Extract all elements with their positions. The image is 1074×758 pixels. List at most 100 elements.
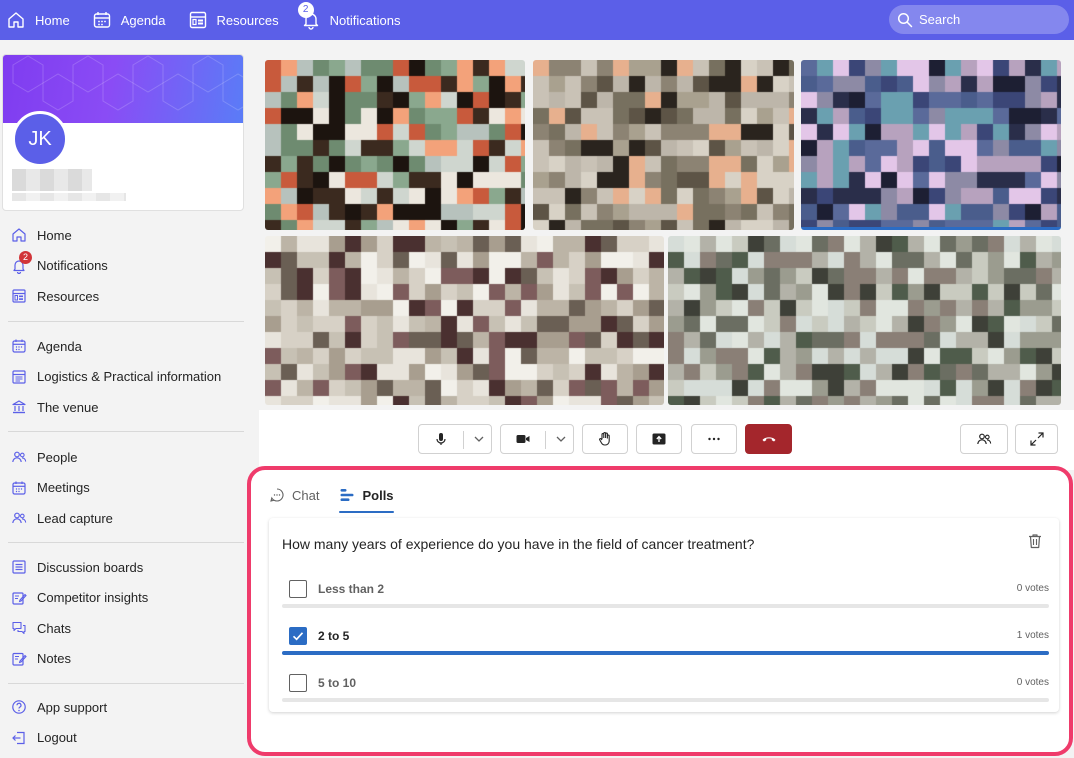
participant-video-feed-pixelated	[265, 236, 664, 405]
end-call-button[interactable]	[745, 424, 792, 454]
sidebar-divider	[8, 542, 244, 543]
tab-polls-label: Polls	[362, 487, 394, 503]
top-nav-bar: Home Agenda Resources 2 Notifications Se…	[0, 0, 1074, 40]
topnav-notifications-label: Notifications	[329, 12, 401, 28]
sidebar-item-home[interactable]: Home	[0, 220, 255, 251]
participant-video-tile[interactable]	[265, 60, 525, 230]
chat-icon	[12, 622, 26, 635]
sidebar-divider	[8, 321, 244, 322]
nav-group-collaboration: Discussion boards Competitor insights Ch…	[0, 552, 255, 674]
nav-group-main: Home 2 Notifications Resources	[0, 220, 255, 312]
sidebar-item-notes[interactable]: Notes	[0, 644, 255, 675]
poll-option-votes: 0 votes	[1016, 677, 1049, 688]
camera-split-button[interactable]	[500, 424, 574, 454]
sidebar-item-agenda[interactable]: Agenda	[0, 331, 255, 362]
poll-option-progress-bar	[282, 651, 1049, 655]
participant-video-tile-active[interactable]	[801, 60, 1061, 230]
tab-chat[interactable]: Chat	[269, 480, 319, 510]
topnav-resources[interactable]: Resources	[188, 0, 279, 40]
sidebar-item-label: Logistics & Practical information	[37, 369, 222, 385]
notifications-count-badge: 2	[297, 2, 314, 18]
people-icon	[977, 433, 992, 445]
trash-icon[interactable]	[1026, 532, 1044, 550]
chevron-down-icon[interactable]	[553, 431, 569, 447]
sidebar-item-label: Logout	[37, 730, 77, 746]
panel-tabs: Chat Polls	[269, 480, 414, 513]
participant-video-feed-pixelated	[801, 60, 1061, 227]
sidebar-item-logistics[interactable]: Logistics & Practical information	[0, 362, 255, 393]
topnav-agenda[interactable]: Agenda	[92, 0, 166, 40]
sidebar-item-discussion-boards[interactable]: Discussion boards	[0, 552, 255, 583]
sidebar-item-resources[interactable]: Resources	[0, 281, 255, 312]
participant-video-feed-pixelated	[265, 60, 525, 230]
raise-hand-button[interactable]	[582, 424, 628, 454]
profile-card[interactable]: JK	[2, 54, 244, 211]
topnav-home[interactable]: Home	[6, 0, 70, 40]
sidebar-item-logout[interactable]: Logout	[0, 723, 255, 754]
poll-option[interactable]: 5 to 10 0 votes	[282, 674, 1049, 714]
participants-button[interactable]	[960, 424, 1008, 454]
search-placeholder: Search	[919, 12, 961, 27]
more-options-button[interactable]	[691, 424, 737, 454]
sidebar-item-people[interactable]: People	[0, 442, 255, 473]
calendar-icon	[12, 481, 26, 495]
sidebar-item-label: Home	[37, 227, 72, 243]
search-input[interactable]: Search	[889, 5, 1069, 34]
sidebar-divider	[8, 683, 244, 684]
poll-option-progress-bar	[282, 698, 1049, 702]
share-screen-icon	[652, 433, 666, 445]
poll-option-checkbox[interactable]	[289, 674, 307, 692]
poll-option[interactable]: Less than 2 0 votes	[282, 580, 1049, 620]
sidebar-item-label: Chats	[37, 620, 71, 636]
sidebar-item-notifications[interactable]: 2 Notifications	[0, 250, 255, 282]
sidebar-item-label: Notifications	[37, 258, 108, 274]
sidebar-item-lead-capture[interactable]: Lead capture	[0, 503, 255, 534]
sidebar-item-meetings[interactable]: Meetings	[0, 473, 255, 504]
tab-polls[interactable]: Polls	[339, 480, 394, 513]
fullscreen-button[interactable]	[1015, 424, 1058, 454]
poll-card: How many years of experience do you have…	[269, 518, 1059, 712]
search-icon	[897, 12, 913, 27]
sidebar-item-chats[interactable]: Chats	[0, 613, 255, 644]
poll-option-progress-bar	[282, 604, 1049, 608]
profile-name-blurred	[12, 169, 92, 191]
notes-icon	[12, 652, 27, 666]
sidebar-item-label: Discussion boards	[37, 559, 144, 575]
poll-option-label: 2 to 5	[318, 629, 350, 643]
microphone-icon	[436, 433, 446, 445]
nav-group-event: Agenda Logistics & Practical information…	[0, 331, 255, 423]
poll-option-label: 5 to 10	[318, 676, 357, 690]
participant-video-tile[interactable]	[533, 60, 794, 230]
participant-video-tile[interactable]	[668, 236, 1061, 405]
sidebar-item-venue[interactable]: The venue	[0, 392, 255, 423]
calendar-icon	[93, 12, 110, 28]
calendar-icon	[12, 339, 26, 353]
tab-chat-label: Chat	[292, 487, 320, 503]
home-icon	[12, 228, 26, 242]
checkmark-icon	[292, 632, 304, 641]
participant-video-feed-pixelated	[533, 60, 794, 230]
nav-group-networking: People Meetings Lead capture	[0, 442, 255, 534]
share-screen-button[interactable]	[636, 424, 682, 454]
more-horizontal-icon	[708, 437, 720, 441]
bell-icon: 2	[297, 2, 321, 30]
home-icon	[8, 12, 24, 28]
poll-option-checkbox[interactable]	[289, 627, 307, 645]
notifications-badge: 2	[19, 250, 32, 264]
chevron-down-icon[interactable]	[471, 431, 487, 447]
microphone-split-button[interactable]	[418, 424, 492, 454]
poll-option-checkbox[interactable]	[289, 580, 307, 598]
profile-subtitle-blurred	[12, 193, 126, 201]
poll-option-progress-fill	[282, 651, 1049, 655]
resources-icon	[189, 11, 206, 29]
board-icon	[12, 560, 26, 574]
video-camera-icon	[516, 435, 530, 443]
topnav-notifications[interactable]: 2 Notifications	[297, 0, 401, 40]
poll-option[interactable]: 2 to 5 1 votes	[282, 627, 1049, 667]
participant-video-tile[interactable]	[265, 236, 664, 405]
poll-option-votes: 0 votes	[1016, 583, 1049, 594]
logout-icon	[12, 731, 25, 744]
sidebar-item-app-support[interactable]: App support	[0, 692, 255, 723]
sidebar-item-label: Meetings	[37, 480, 90, 496]
sidebar-item-competitor-insights[interactable]: Competitor insights	[0, 583, 255, 614]
